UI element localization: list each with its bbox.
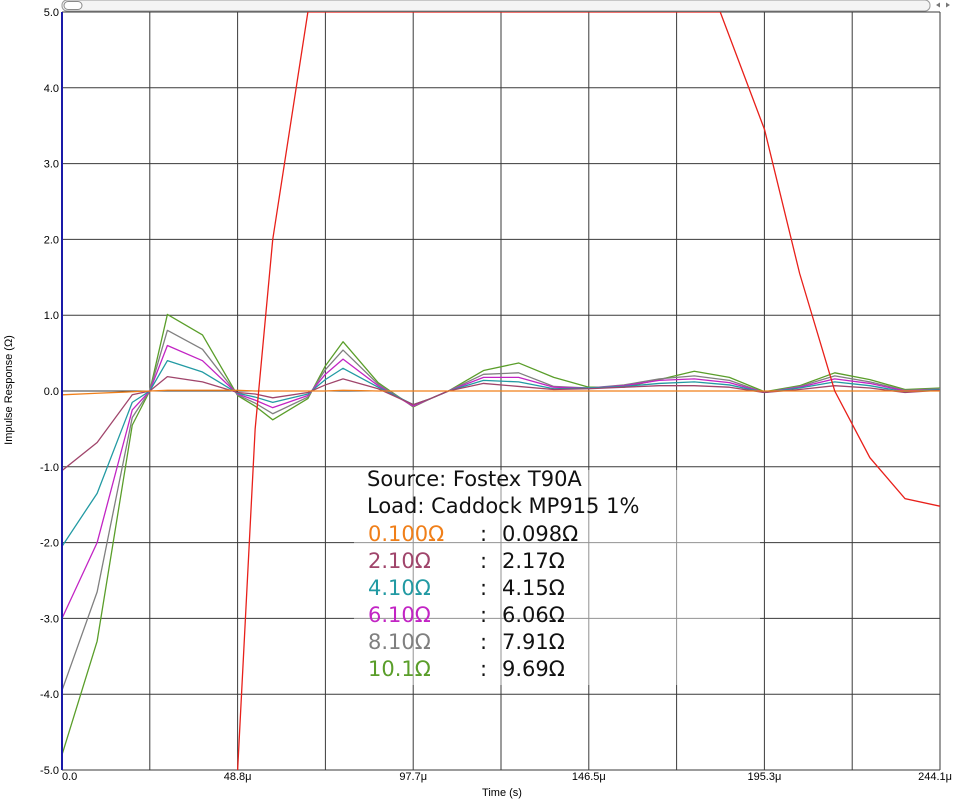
- legend-entry-value: 0.098Ω: [502, 522, 578, 546]
- legend-box: Source: Fostex T90A Load: Caddock MP915 …: [354, 467, 760, 685]
- y-tick-label: 4.0: [44, 83, 59, 95]
- legend-entry-label: 0.100Ω: [368, 522, 444, 546]
- legend-entry-value: 9.69Ω: [502, 657, 565, 681]
- legend-separator: :: [480, 522, 487, 546]
- y-tick-label: 1.0: [44, 310, 59, 322]
- x-tick-label: 195.3μ: [747, 771, 781, 783]
- x-tick-label: 146.5μ: [572, 771, 606, 783]
- legend-entry-label: 6.10Ω: [368, 603, 431, 627]
- x-tick-label: 0.0: [62, 771, 77, 783]
- legend-entry-value: 4.15Ω: [502, 576, 565, 600]
- y-tick-label: 5.0: [44, 7, 59, 19]
- legend-separator: :: [480, 630, 487, 654]
- legend-separator: :: [480, 549, 487, 573]
- x-tick-label: 48.8μ: [224, 771, 252, 783]
- legend-entry-value: 7.91Ω: [502, 630, 565, 654]
- legend-entry-value: 6.06Ω: [502, 603, 565, 627]
- legend-separator: :: [480, 657, 487, 681]
- impulse-response-chart: 5.0 4.0 3.0 2.0 1.0 0.0 -1.0 -2.0 -3.0 -4.0 -5.0 0…: [0, 0, 955, 804]
- x-axis-label: Time (s): [482, 787, 522, 799]
- y-tick-label: 3.0: [44, 159, 59, 171]
- x-tick-label: 244.1μ: [918, 771, 952, 783]
- legend-separator: :: [480, 576, 487, 600]
- y-tick-label: -5.0: [40, 765, 59, 777]
- y-tick-label: -3.0: [40, 613, 59, 625]
- y-axis-label: Impulse Response (Ω): [3, 335, 15, 445]
- x-tick-label: 97.7μ: [399, 771, 427, 783]
- legend-entry-label: 4.10Ω: [368, 576, 431, 600]
- legend-entry-label: 2.10Ω: [368, 549, 431, 573]
- y-tick-label: 2.0: [44, 234, 59, 246]
- y-tick-label: 0.0: [44, 386, 59, 398]
- legend-entry-value: 2.17Ω: [502, 549, 565, 573]
- chart-svg: 5.0 4.0 3.0 2.0 1.0 0.0 -1.0 -2.0 -3.0 -4.0 -5.0 0…: [0, 0, 955, 804]
- y-tick-label: -1.0: [40, 462, 59, 474]
- horizontal-scrollbar[interactable]: [61, 0, 950, 12]
- y-tick-label: -2.0: [40, 538, 59, 550]
- y-tick-label: -4.0: [40, 689, 59, 701]
- legend-source: Source: Fostex T90A: [367, 467, 582, 491]
- scrollbar-thumb[interactable]: [63, 1, 83, 10]
- legend-entry-label: 10.1Ω: [368, 657, 431, 681]
- legend-separator: :: [480, 603, 487, 627]
- legend-load: Load: Caddock MP915 1%: [367, 494, 639, 518]
- legend-entry-label: 8.10Ω: [368, 630, 431, 654]
